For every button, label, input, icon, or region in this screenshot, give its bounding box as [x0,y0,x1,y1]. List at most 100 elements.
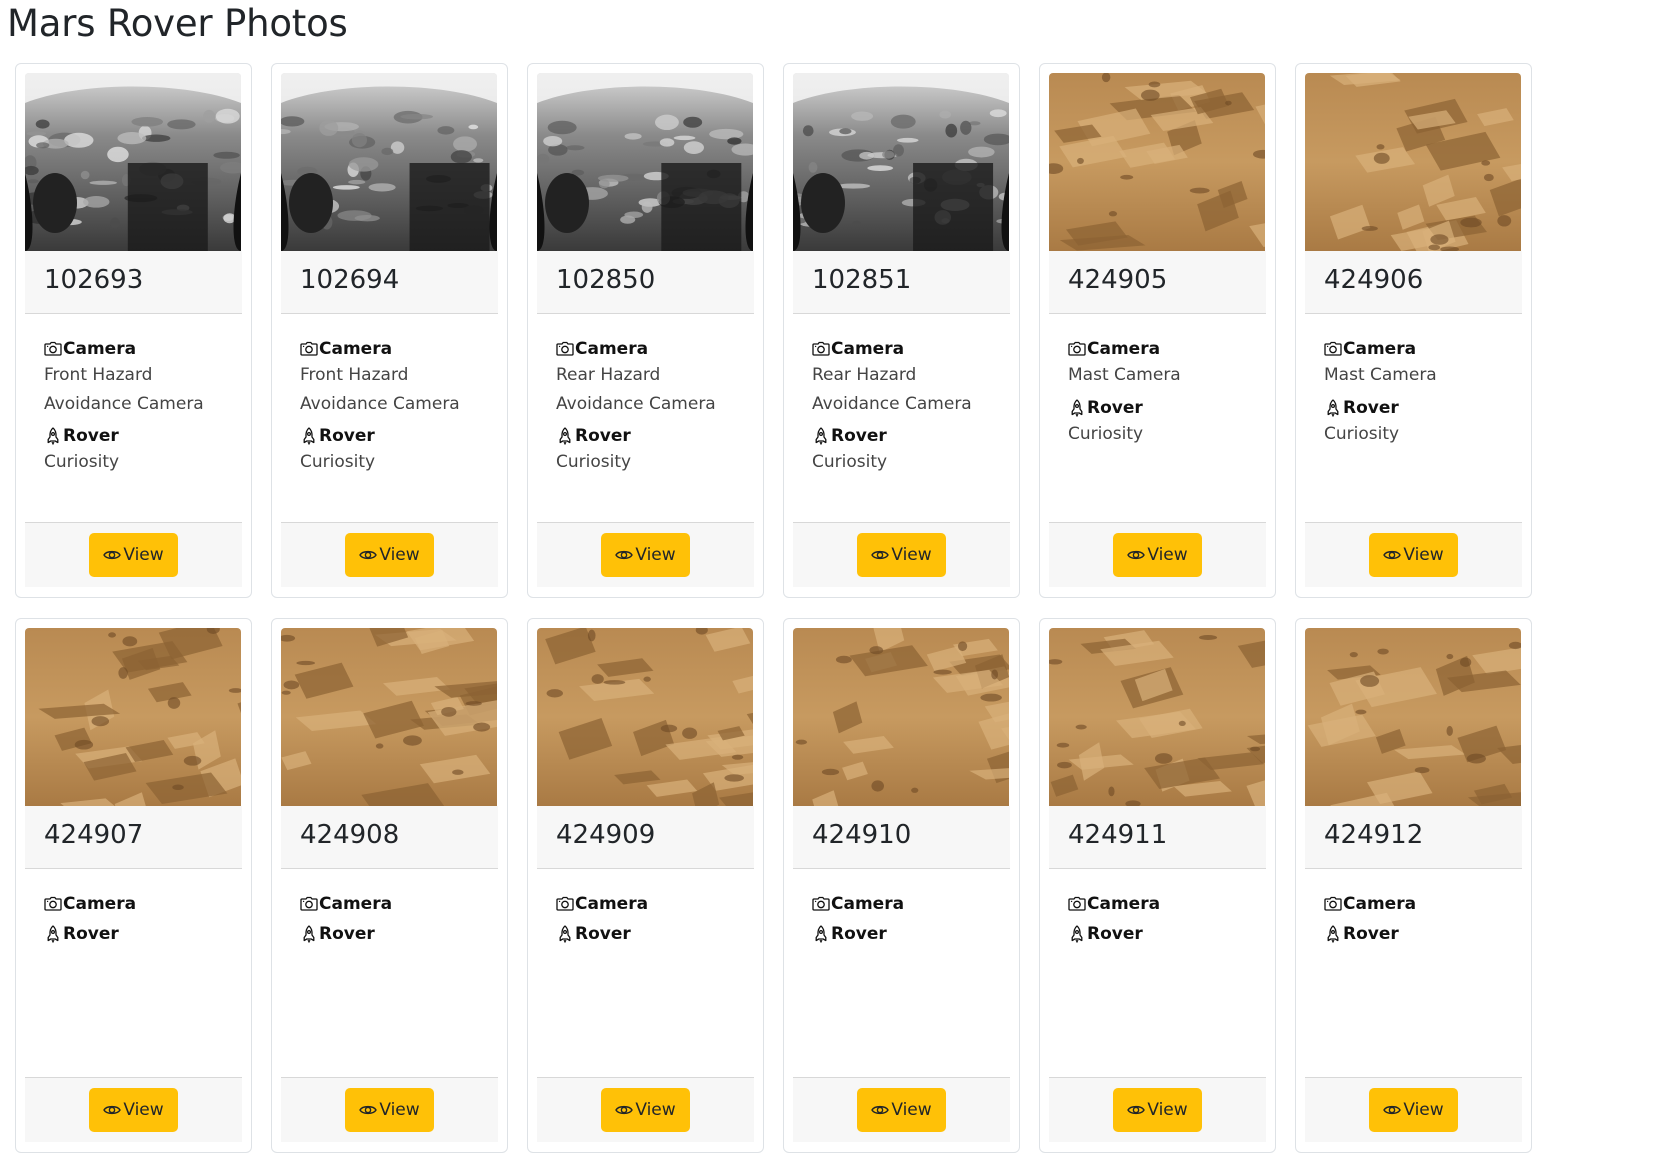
rover-label-text: Rover [831,426,887,446]
camera-label: Camera [300,337,498,361]
card-body: Camera Rover [1049,869,1266,1077]
view-button[interactable]: View [857,533,946,577]
camera-icon [44,896,62,911]
eye-icon [615,550,634,560]
camera-name: Mast Camera [1324,365,1437,385]
view-button-label: View [891,545,932,565]
camera-icon [556,341,574,356]
rover-photo[interactable] [1305,628,1521,806]
camera-icon [812,341,830,356]
card-footer: View [1049,1077,1266,1142]
photo-id: 424905 [1049,251,1266,314]
view-button[interactable]: View [857,1088,946,1132]
photo-id: 424910 [793,806,1010,869]
photo-card: 102694 Camera Front Hazard Avoidance Cam… [271,63,508,598]
card-footer: View [537,1077,754,1142]
view-button[interactable]: View [89,533,178,577]
view-button[interactable]: View [1369,533,1458,577]
rover-label: Rover [812,922,1010,946]
photo-id: 424906 [1305,251,1522,314]
rover-label-text: Rover [575,426,631,446]
photo-card: 424912 Camera Rover View [1295,618,1532,1153]
rover-label-text: Rover [1343,924,1399,944]
camera-label: Camera [1324,337,1522,361]
card-body: Camera Rear Hazard Avoidance Camera Rove… [537,314,754,522]
camera-label-text: Camera [1087,339,1161,359]
photo-id: 424907 [25,806,242,869]
photo-grid: 102693 Camera Front Hazard Avoidance Cam… [15,63,1532,1153]
view-button[interactable]: View [89,1088,178,1132]
rover-photo[interactable] [25,73,241,251]
card-footer: View [25,1077,242,1142]
rover-photo[interactable] [793,628,1009,806]
photo-card: 424906 Camera Mast Camera Rover Curiosit… [1295,63,1532,598]
view-button-label: View [123,545,164,565]
card-footer: View [1305,1077,1522,1142]
photo-card: 424910 Camera Rover View [783,618,1020,1153]
photo-card: 424905 Camera Mast Camera Rover Curiosit… [1039,63,1276,598]
photo-card: 102850 Camera Rear Hazard Avoidance Came… [527,63,764,598]
rover-photo[interactable] [537,628,753,806]
rover-label-text: Rover [831,924,887,944]
camera-label-text: Camera [575,339,649,359]
rover-photo[interactable] [537,73,753,251]
rover-label: Rover [44,922,242,946]
rocket-icon [1327,398,1339,417]
view-button-label: View [379,1100,420,1120]
photo-id: 424909 [537,806,754,869]
photo-card: 102693 Camera Front Hazard Avoidance Cam… [15,63,252,598]
view-button[interactable]: View [345,533,434,577]
camera-icon [300,896,318,911]
rover-name: Curiosity [44,452,120,472]
photo-id: 102693 [25,251,242,314]
eye-icon [1127,1105,1146,1115]
rocket-icon [1327,925,1339,943]
rocket-icon [559,427,571,445]
view-button[interactable]: View [1369,1088,1458,1132]
eye-icon [1127,550,1146,560]
rover-label-text: Rover [319,924,375,944]
camera-label: Camera [812,337,1010,361]
card-footer: View [537,522,754,587]
view-button[interactable]: View [1113,533,1202,577]
view-button[interactable]: View [1113,1088,1202,1132]
photo-card: 424911 Camera Rover View [1039,618,1276,1153]
camera-icon [1068,896,1086,911]
camera-label: Camera [556,892,754,916]
card-body: Camera Rover [281,869,498,1077]
rover-label: Rover [44,424,242,448]
card-body: Camera Mast Camera Rover Curiosity [1305,314,1522,522]
rocket-icon [815,427,827,445]
camera-label-text: Camera [319,894,393,914]
view-button[interactable]: View [345,1088,434,1132]
card-footer: View [793,522,1010,587]
rover-photo[interactable] [1049,73,1265,251]
view-button-label: View [379,545,420,565]
rover-name: Curiosity [556,452,632,472]
photo-card: 424909 Camera Rover View [527,618,764,1153]
camera-icon [1324,896,1342,911]
camera-label-text: Camera [575,894,649,914]
card-body: Camera Rear Hazard Avoidance Camera Rove… [793,314,1010,522]
camera-name: Mast Camera [1068,365,1181,385]
card-body: Camera Front Hazard Avoidance Camera Rov… [281,314,498,522]
rocket-icon [1071,925,1083,943]
rover-photo[interactable] [1305,73,1521,251]
camera-icon [44,341,62,356]
rover-label-text: Rover [1087,397,1143,418]
rover-photo[interactable] [281,73,497,251]
photo-id: 102851 [793,251,1010,314]
view-button-label: View [123,1100,164,1120]
rover-name: Curiosity [300,452,376,472]
rover-label: Rover [556,922,754,946]
view-button[interactable]: View [601,1088,690,1132]
card-footer: View [1305,522,1522,587]
rover-photo[interactable] [1049,628,1265,806]
view-button[interactable]: View [601,533,690,577]
rover-photo[interactable] [793,73,1009,251]
rocket-icon [303,925,315,943]
rover-photo[interactable] [25,628,241,806]
rover-photo[interactable] [281,628,497,806]
view-button-label: View [891,1100,932,1120]
camera-name: Rear Hazard Avoidance Camera [812,365,972,414]
